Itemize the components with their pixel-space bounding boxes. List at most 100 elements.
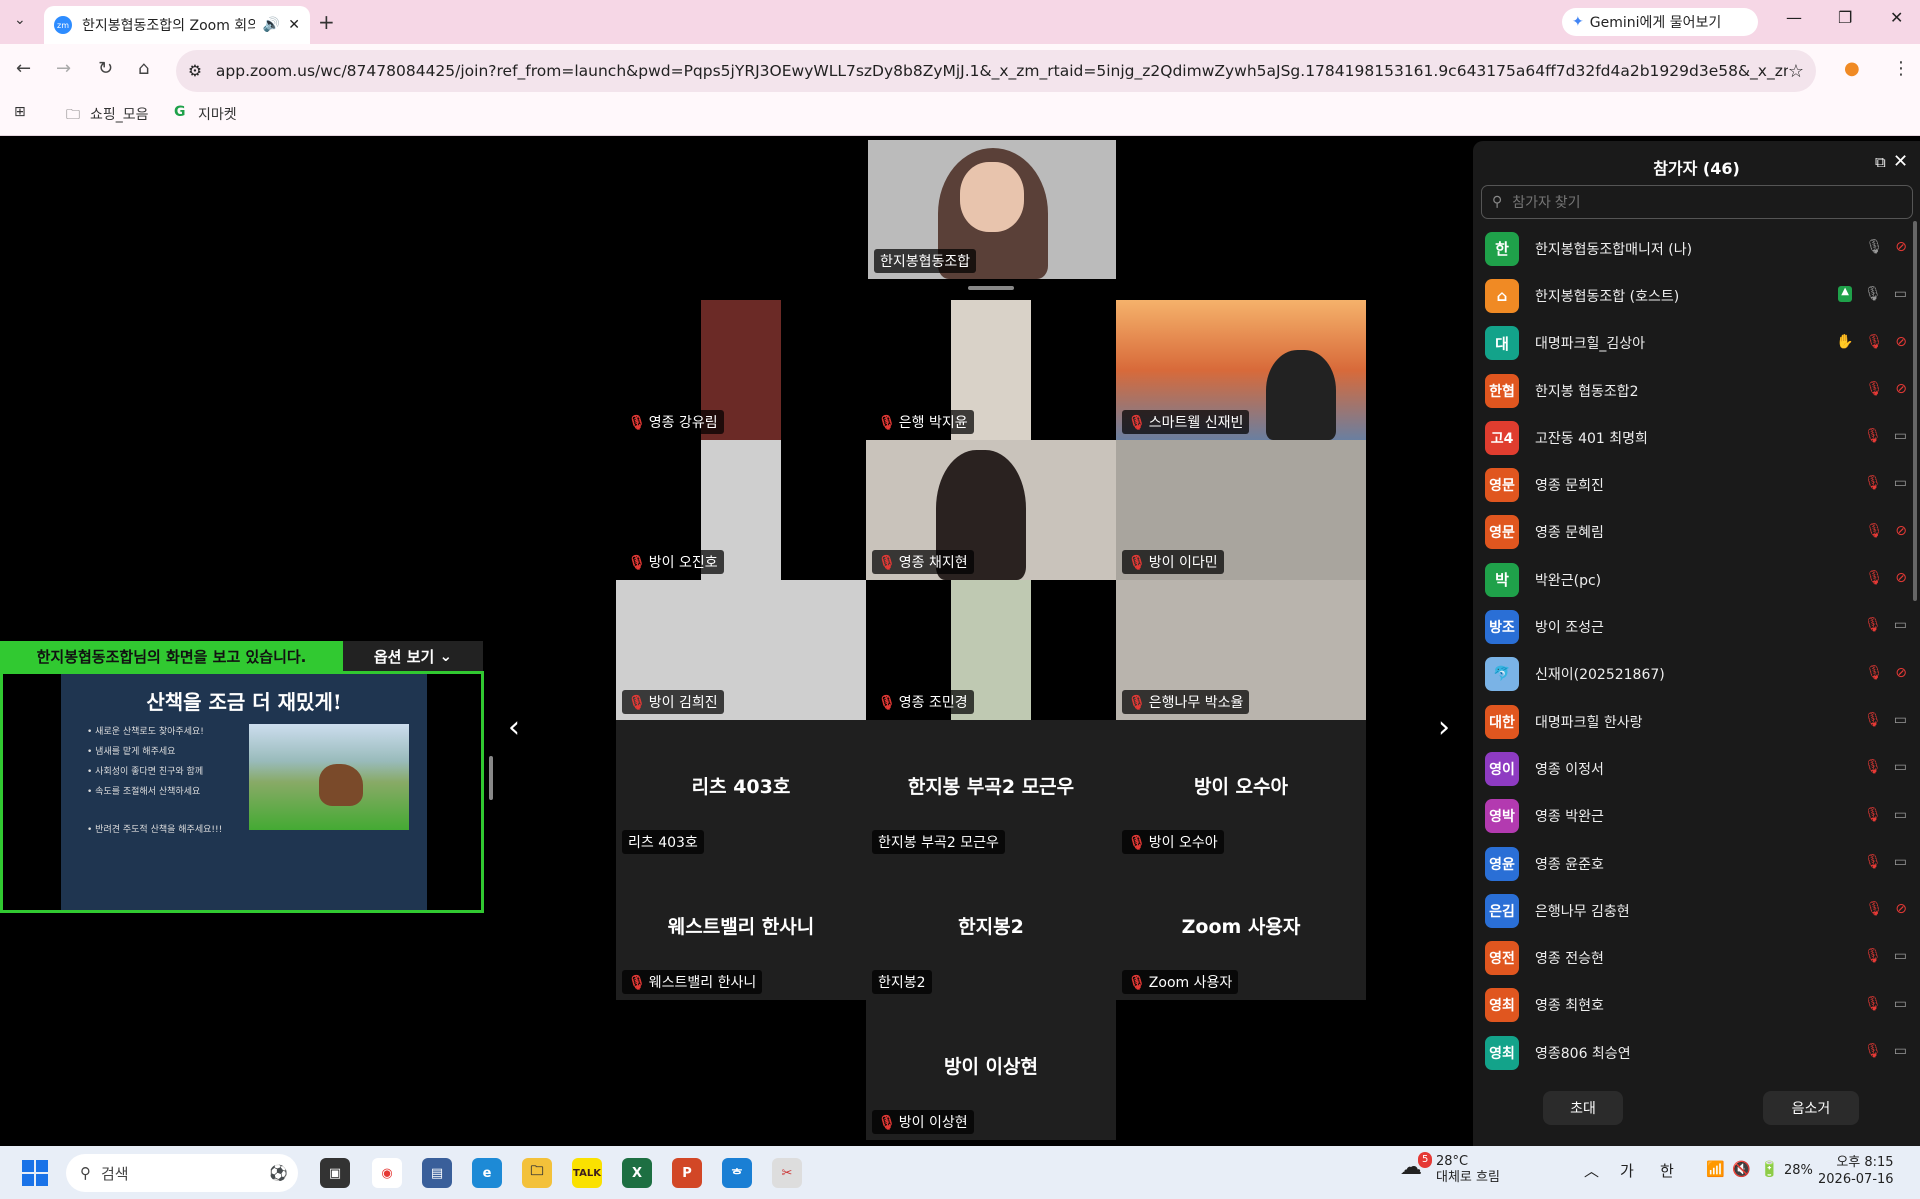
participant-row[interactable]: 영이 영종 이정서 🎙 ▭ <box>1485 745 1907 792</box>
camera-icon: ▭ <box>1893 475 1907 492</box>
participant-list-scrollbar[interactable] <box>1913 221 1917 601</box>
windows-taskbar: ⚲ 검색 ⚽ ▣ ◉ ▤ e 🗀 TALK X P ᄒ ✂ ☁ 5 28°C 대… <box>0 1146 1920 1199</box>
participant-row[interactable]: 영전 영종 전승현 🎙 ▭ <box>1485 934 1907 981</box>
name-tile[interactable]: 웨스트밸리 한사니 🎙 웨스트밸리 한사니 <box>616 860 866 1000</box>
wifi-icon[interactable]: 📶 <box>1706 1160 1725 1178</box>
hancom-icon[interactable]: ᄒ <box>722 1158 752 1188</box>
camera-icon: ▭ <box>1893 948 1907 965</box>
participant-row[interactable]: 대한 대명파크힐 한사랑 🎙 ▭ <box>1485 698 1907 745</box>
file-explorer-icon[interactable]: 🗀 <box>522 1158 552 1188</box>
window-close-icon[interactable]: ✕ <box>1890 8 1903 27</box>
profile-icon[interactable]: ● <box>1844 58 1860 79</box>
volume-muted-icon[interactable]: 🔇 <box>1732 1160 1751 1178</box>
windows-start-icon[interactable] <box>22 1160 48 1186</box>
invite-button[interactable]: 초대 <box>1543 1091 1623 1125</box>
bookmarks-bar: ⊞ 🗀 쇼핑_모음 G 지마켓 <box>0 98 1920 136</box>
participant-search-input[interactable] <box>1512 194 1893 210</box>
new-tab-plus-icon[interactable]: + <box>318 10 335 34</box>
video-tile[interactable]: 🎙 영종 강유림 <box>616 300 866 440</box>
ime-mode[interactable]: 가 <box>1620 1160 1634 1181</box>
url-bar[interactable]: ⚙ app.zoom.us/wc/87478084425/join?ref_fr… <box>176 50 1816 92</box>
mic-muted-icon: 🎙 <box>1865 664 1884 681</box>
gmarket-logo-icon: G <box>174 104 186 120</box>
bookmark-star-icon[interactable]: ☆ <box>1788 61 1804 82</box>
bookmark-gmarket[interactable]: 지마켓 <box>198 104 237 124</box>
video-tile[interactable]: 🎙 은행 박지윤 <box>866 300 1116 440</box>
video-tile[interactable]: 🎙 방이 이다민 <box>1116 440 1366 580</box>
slide-bullet: 사회성이 좋다면 친구와 함께 <box>87 762 247 782</box>
forward-arrow-icon[interactable]: → <box>56 58 71 79</box>
participant-row[interactable]: 방조 방이 조성근 🎙 ▭ <box>1485 603 1907 650</box>
participant-row[interactable]: 🐬 신재이(202521867) 🎙 ⊘ <box>1485 651 1907 698</box>
video-tile[interactable]: 🎙 스마트웰 신재빈 <box>1116 300 1366 440</box>
name-tile[interactable]: 한지봉2 한지봉2 <box>866 860 1116 1000</box>
camera-icon: ▭ <box>1893 711 1907 728</box>
app-window-icon[interactable]: ▤ <box>422 1158 452 1188</box>
tile-name: 한지봉2 <box>878 975 926 991</box>
mic-muted-icon: 🎙 <box>1863 617 1882 634</box>
back-arrow-icon[interactable]: ← <box>16 58 31 79</box>
participant-row[interactable]: 은김 은행나무 김충현 🎙 ⊘ <box>1485 887 1907 934</box>
participant-name: 은행나무 김충현 <box>1535 903 1630 920</box>
video-tile[interactable]: 🎙 영종 채지현 <box>866 440 1116 580</box>
shared-screen[interactable]: 산책을 조금 더 재밌게! 새로운 산책로도 찾아주세요! 냄새를 맡게 해주세… <box>0 671 484 913</box>
popout-icon[interactable]: ⧉ <box>1875 153 1886 171</box>
weather-widget[interactable]: ☁ 5 28°C 대체로 흐림 <box>1400 1152 1500 1186</box>
bookmark-shopping[interactable]: 쇼핑_모음 <box>90 104 149 124</box>
participant-row[interactable]: 고4 고잔동 401 최명희 🎙 ▭ <box>1485 414 1907 461</box>
browser-tab[interactable]: zm 한지봉협동조합의 Zoom 회의 🔊 ✕ <box>44 6 310 44</box>
participant-row[interactable]: 영최 영종 최현호 🎙 ▭ <box>1485 982 1907 1029</box>
active-speaker-tile[interactable]: 한지봉협동조합 <box>868 140 1116 279</box>
video-tile[interactable]: 🎙 방이 김희진 <box>616 580 866 720</box>
name-tile[interactable]: 한지봉 부곡2 모근우 한지봉 부곡2 모근우 <box>866 720 1116 860</box>
ime-language[interactable]: 한 <box>1660 1160 1674 1181</box>
panel-close-icon[interactable]: ✕ <box>1893 151 1908 172</box>
restore-icon[interactable]: ❐ <box>1838 8 1852 27</box>
participant-search-field[interactable]: ⚲ <box>1481 185 1913 219</box>
battery-icon[interactable]: 🔋 <box>1760 1160 1779 1178</box>
participant-row[interactable]: 한 한지봉협동조합매니저 (나) 🎙 ⊘ <box>1485 225 1907 272</box>
participant-row[interactable]: 박 박완근(pc) 🎙 ⊘ <box>1485 556 1907 603</box>
name-tile[interactable]: 방이 오수아 🎙 방이 오수아 <box>1116 720 1366 860</box>
participant-row[interactable]: 대 대명파크힐_김상아 ✋ 🎙 ⊘ <box>1485 320 1907 367</box>
view-options-button[interactable]: 옵션 보기 ⌄ <box>343 641 483 671</box>
name-tile[interactable]: 리츠 403호 리츠 403호 <box>616 720 866 860</box>
prev-page-arrow-icon[interactable]: ‹ <box>508 710 520 745</box>
tab-list-chevron-icon[interactable]: ⌄ <box>14 12 26 28</box>
next-page-arrow-icon[interactable]: › <box>1438 710 1450 745</box>
participant-row[interactable]: 영문 영종 문혜림 🎙 ⊘ <box>1485 509 1907 556</box>
excel-icon[interactable]: X <box>622 1158 652 1188</box>
participant-row[interactable]: 영최 영종806 최승연 🎙 ▭ <box>1485 1029 1907 1076</box>
participant-row[interactable]: 영윤 영종 윤준호 🎙 ▭ <box>1485 840 1907 887</box>
powerpoint-icon[interactable]: P <box>672 1158 702 1188</box>
participant-row[interactable]: ⌂ 한지봉협동조합 (호스트) ▲ 🎙 ▭ <box>1485 272 1907 319</box>
url-text[interactable]: app.zoom.us/wc/87478084425/join?ref_from… <box>216 62 1788 80</box>
minimize-icon[interactable]: — <box>1786 8 1802 27</box>
kakaotalk-icon[interactable]: TALK <box>572 1158 602 1188</box>
tab-close-icon[interactable]: ✕ <box>288 17 300 33</box>
chrome-icon[interactable]: ◉ <box>372 1158 402 1188</box>
home-icon[interactable]: ⌂ <box>138 58 149 79</box>
browser-menu-icon[interactable]: ⋮ <box>1892 58 1910 79</box>
reload-icon[interactable]: ↻ <box>98 58 113 79</box>
system-clock[interactable]: 오후 8:15 2026-07-16 <box>1818 1154 1894 1188</box>
name-tile[interactable]: 방이 이상현 🎙 방이 이상현 <box>866 1000 1116 1140</box>
participant-row[interactable]: 한협 한지봉 협동조합2 🎙 ⊘ <box>1485 367 1907 414</box>
edge-icon[interactable]: e <box>472 1158 502 1188</box>
participant-row[interactable]: 영문 영종 문희진 🎙 ▭ <box>1485 461 1907 508</box>
apps-grid-icon[interactable]: ⊞ <box>14 104 26 120</box>
tray-chevron-icon[interactable]: ︿ <box>1584 1160 1599 1181</box>
mute-all-button[interactable]: 음소거 <box>1763 1091 1859 1125</box>
task-view-icon[interactable]: ▣ <box>320 1158 350 1188</box>
participant-row[interactable]: 영박 영종 박완근 🎙 ▭ <box>1485 793 1907 840</box>
video-tile[interactable]: 🎙 영종 조민경 <box>866 580 1116 720</box>
splitter-handle[interactable] <box>489 756 493 800</box>
video-tile[interactable]: 🎙 은행나무 박소율 <box>1116 580 1366 720</box>
gemini-button[interactable]: ✦ Gemini에게 물어보기 <box>1562 8 1758 36</box>
snipping-tool-icon[interactable]: ✂ <box>772 1158 802 1188</box>
speaker-resize-handle[interactable] <box>968 286 1014 290</box>
video-tile[interactable]: 🎙 방이 오진호 <box>616 440 866 580</box>
taskbar-search-box[interactable]: ⚲ 검색 ⚽ <box>66 1154 298 1192</box>
site-info-icon[interactable]: ⚙ <box>188 62 202 80</box>
name-tile[interactable]: Zoom 사용자 🎙 Zoom 사용자 <box>1116 860 1366 1000</box>
